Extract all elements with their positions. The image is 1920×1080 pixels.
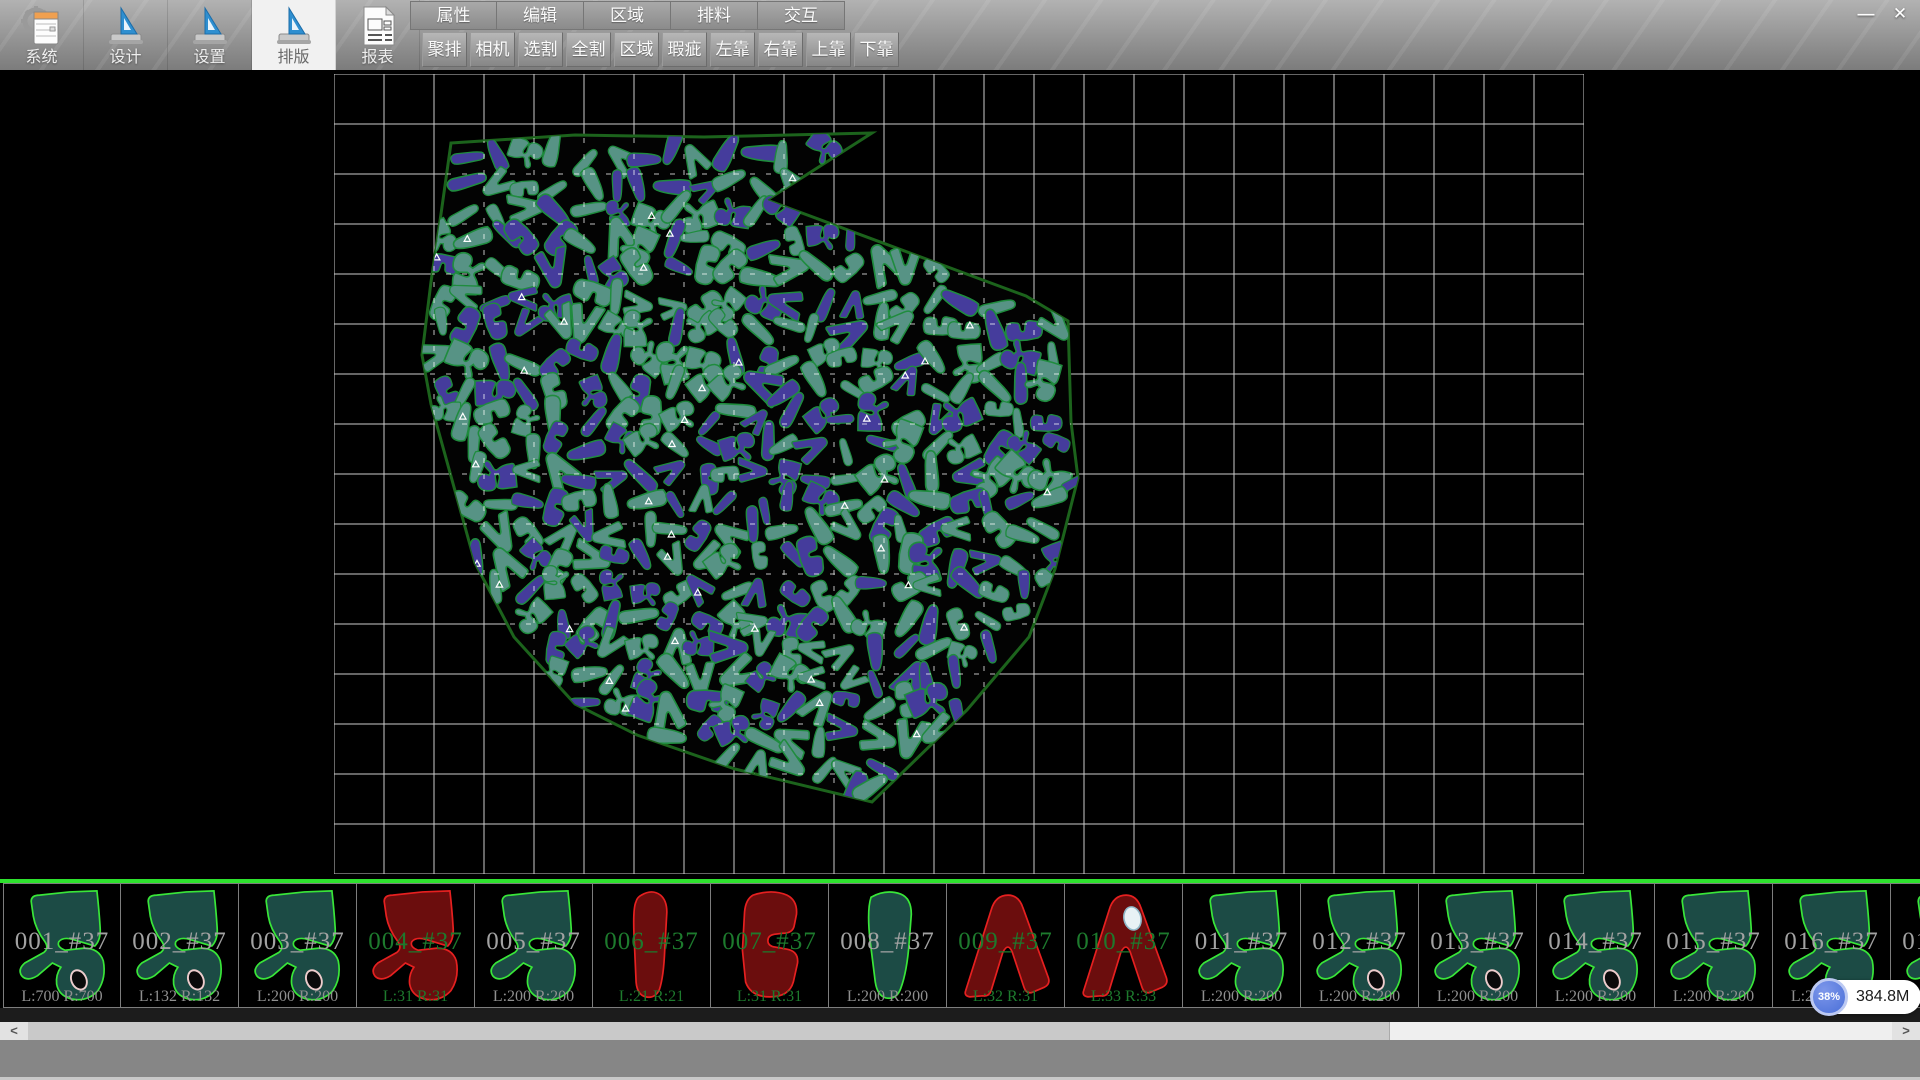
tool-button-上靠[interactable]: 上靠 bbox=[806, 32, 851, 67]
main-tab-报表[interactable]: 报表 bbox=[336, 0, 420, 70]
piece-thumbnail-003_#37[interactable]: 003_#37L:200 R:200 bbox=[239, 883, 357, 1008]
piece-thumbnail-006_#37[interactable]: 006_#37L:21 R:21 bbox=[593, 883, 711, 1008]
main-tool-buttons: 系统 设计 设置 排版 报表 bbox=[0, 0, 420, 70]
tool-button-右靠[interactable]: 右靠 bbox=[758, 32, 803, 67]
piece-shape bbox=[1317, 891, 1401, 1000]
main-tab-label: 系统 bbox=[25, 48, 57, 68]
tool-button-下靠[interactable]: 下靠 bbox=[854, 32, 899, 67]
piece-shape bbox=[137, 891, 221, 1000]
main-tab-排版[interactable]: 排版 bbox=[252, 0, 336, 70]
main-tab-label: 报表 bbox=[361, 48, 393, 68]
close-button[interactable]: ✕ bbox=[1886, 3, 1914, 26]
piece-thumbnail-002_#37[interactable]: 002_#37L:132 R:132 bbox=[121, 883, 239, 1008]
report-document-icon bbox=[356, 4, 400, 48]
set-square-icon bbox=[272, 4, 316, 48]
piece-shape bbox=[1435, 891, 1519, 1000]
piece-shape bbox=[373, 891, 457, 1000]
tool-button-区域[interactable]: 区域 bbox=[614, 32, 659, 67]
piece-shape bbox=[20, 891, 104, 1000]
main-tab-label: 排版 bbox=[277, 48, 309, 68]
main-tab-label: 设置 bbox=[193, 48, 225, 68]
nesting-app-window: 系统设计设置排版报表 属性编辑区域排料交互 聚排相机选割全割区域瑕疵左靠右靠上靠… bbox=[0, 0, 1920, 1080]
menu-button-交互[interactable]: 交互 bbox=[758, 1, 845, 30]
tool-button-相机[interactable]: 相机 bbox=[470, 32, 515, 67]
main-tab-label: 设计 bbox=[109, 48, 141, 68]
piece-thumbnail-008_#37[interactable]: 008_#37L:200 R:200 bbox=[829, 883, 947, 1008]
piece-thumbnail-013_#37[interactable]: 013_#37L:200 R:200 bbox=[1419, 883, 1537, 1008]
piece-shape bbox=[1671, 891, 1755, 1000]
piece-shape bbox=[869, 892, 912, 998]
nesting-canvas[interactable] bbox=[0, 70, 1920, 879]
piece-shape bbox=[491, 891, 575, 1000]
gear-document-icon bbox=[20, 4, 64, 48]
piece-thumbnail-011_#37[interactable]: 011_#37L:200 R:200 bbox=[1183, 883, 1301, 1008]
menu-row-2: 聚排相机选割全割区域瑕疵左靠右靠上靠下靠 bbox=[422, 32, 899, 67]
tool-button-左靠[interactable]: 左靠 bbox=[710, 32, 755, 67]
scrollbar-thumb[interactable] bbox=[28, 1022, 1390, 1040]
piece-thumbnail-005_#37[interactable]: 005_#37L:200 R:200 bbox=[475, 883, 593, 1008]
menu-button-区域[interactable]: 区域 bbox=[584, 1, 671, 30]
main-tab-设置[interactable]: 设置 bbox=[168, 0, 252, 70]
tool-button-瑕疵[interactable]: 瑕疵 bbox=[662, 32, 707, 67]
piece-shape bbox=[965, 895, 1049, 997]
piece-shape bbox=[1553, 891, 1637, 1000]
set-square-icon bbox=[188, 4, 232, 48]
piece-shape bbox=[1199, 891, 1283, 1000]
memory-usage-badge[interactable]: 38% 384.8M bbox=[1812, 980, 1920, 1014]
main-toolbar: 系统设计设置排版报表 属性编辑区域排料交互 聚排相机选割全割区域瑕疵左靠右靠上靠… bbox=[0, 0, 1920, 70]
piece-thumbnail-014_#37[interactable]: 014_#37L:200 R:200 bbox=[1537, 883, 1655, 1008]
piece-shape bbox=[255, 891, 339, 1000]
window-controls: — ✕ bbox=[1852, 3, 1914, 26]
set-square-icon bbox=[104, 4, 148, 48]
piece-thumbnail-strip: 001_#37L:700 R:700002_#37L:132 R:132003_… bbox=[0, 883, 1920, 1008]
tool-button-选割[interactable]: 选割 bbox=[518, 32, 563, 67]
menu-row-1: 属性编辑区域排料交互 bbox=[410, 1, 845, 30]
horizontal-scrollbar[interactable]: < > bbox=[0, 1022, 1920, 1040]
piece-shape bbox=[742, 892, 797, 997]
piece-thumbnail-007_#37[interactable]: 007_#37L:31 R:31 bbox=[711, 883, 829, 1008]
piece-shape bbox=[634, 892, 667, 997]
piece-thumbnail-001_#37[interactable]: 001_#37L:700 R:700 bbox=[3, 883, 121, 1008]
menu-button-编辑[interactable]: 编辑 bbox=[497, 1, 584, 30]
piece-thumbnail-012_#37[interactable]: 012_#37L:200 R:200 bbox=[1301, 883, 1419, 1008]
status-bar bbox=[0, 1040, 1920, 1080]
scroll-left-arrow-icon[interactable]: < bbox=[0, 1022, 28, 1040]
piece-thumbnail-015_#37[interactable]: 015_#37L:200 R:200 bbox=[1655, 883, 1773, 1008]
progress-circle: 38% bbox=[1810, 978, 1848, 1016]
main-tab-系统[interactable]: 系统 bbox=[0, 0, 84, 70]
tool-button-全割[interactable]: 全割 bbox=[566, 32, 611, 67]
minimize-button[interactable]: — bbox=[1852, 3, 1880, 26]
memory-value: 384.8M bbox=[1856, 988, 1909, 1006]
piece-thumbnail-004_#37[interactable]: 004_#37L:31 R:31 bbox=[357, 883, 475, 1008]
hide-nesting-view[interactable] bbox=[334, 74, 1584, 874]
menu-button-排料[interactable]: 排料 bbox=[671, 1, 758, 30]
piece-thumbnail-010_#37[interactable]: 010_#37L:33 R:33 bbox=[1065, 883, 1183, 1008]
tool-button-聚排[interactable]: 聚排 bbox=[422, 32, 467, 67]
scroll-right-arrow-icon[interactable]: > bbox=[1892, 1022, 1920, 1040]
main-tab-设计[interactable]: 设计 bbox=[84, 0, 168, 70]
menu-button-属性[interactable]: 属性 bbox=[410, 1, 497, 30]
piece-thumbnail-009_#37[interactable]: 009_#37L:32 R:31 bbox=[947, 883, 1065, 1008]
strip-gap bbox=[0, 1008, 1920, 1022]
